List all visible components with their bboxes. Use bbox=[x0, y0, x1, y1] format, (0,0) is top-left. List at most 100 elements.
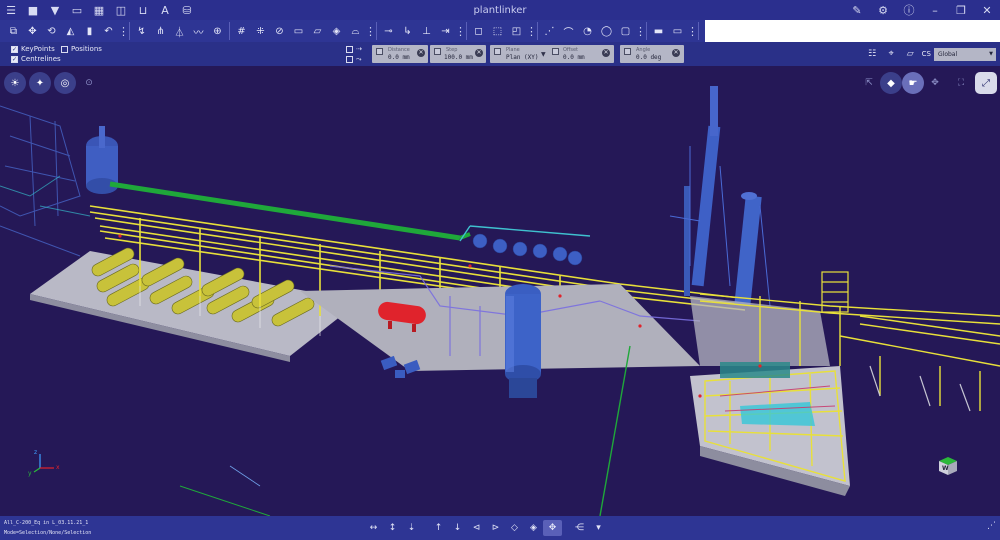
distance-control[interactable]: Distance 0.0 mm ✕ bbox=[372, 45, 428, 63]
bend-icon[interactable]: ↳ bbox=[398, 22, 417, 40]
grid-icon[interactable]: ▦ bbox=[88, 0, 110, 20]
move-icon[interactable]: ✥ bbox=[23, 22, 42, 40]
checkbox-box[interactable] bbox=[61, 45, 68, 53]
box-icon[interactable]: ◻ bbox=[469, 22, 488, 40]
more-icon[interactable]: ⋮ bbox=[118, 25, 129, 38]
copy-icon[interactable]: ⧉ bbox=[4, 22, 23, 40]
shape-icon[interactable]: ▢ bbox=[616, 22, 635, 40]
circle-arrow-icon[interactable]: ◔ bbox=[578, 22, 597, 40]
box-layer-icon[interactable]: ◰ bbox=[507, 22, 526, 40]
crosshair-icon[interactable]: ⌖ bbox=[882, 49, 901, 59]
step-checkbox[interactable] bbox=[434, 48, 441, 55]
route-icon[interactable]: ↯ bbox=[132, 22, 151, 40]
orbit-left-icon[interactable]: ⊲ bbox=[467, 520, 486, 536]
line-icon[interactable]: 〰 bbox=[189, 22, 208, 40]
list-icon[interactable]: ☷ bbox=[863, 49, 882, 59]
save-icon[interactable]: ■ bbox=[22, 0, 44, 20]
step-value[interactable]: 100.0 mm bbox=[444, 54, 473, 61]
settings-icon[interactable]: ⚙ bbox=[870, 0, 896, 20]
offset-value[interactable]: 0.0 mm bbox=[563, 54, 585, 61]
chevron-down-icon[interactable]: ▼ bbox=[989, 51, 993, 57]
chevron-down-icon[interactable]: ▼ bbox=[541, 51, 546, 58]
pan-left-icon[interactable]: ↔ bbox=[364, 520, 383, 536]
rail-alt-icon[interactable]: ▭ bbox=[668, 22, 687, 40]
clear-icon[interactable]: ✕ bbox=[672, 49, 680, 57]
folder-icon[interactable]: ▭ bbox=[66, 0, 88, 20]
share-icon[interactable]: ⋲ bbox=[570, 520, 589, 536]
connect-icon[interactable]: ⇥ bbox=[436, 22, 455, 40]
positions-checkbox[interactable]: Positions bbox=[61, 45, 102, 53]
keypoints-checkbox[interactable]: ✓ KeyPoints bbox=[11, 45, 55, 53]
step-control[interactable]: Step 100.0 mm ✕ bbox=[430, 45, 486, 63]
more-icon[interactable]: ⋮ bbox=[687, 25, 698, 38]
pipe-icon[interactable]: ⊸ bbox=[379, 22, 398, 40]
offset-checkbox[interactable] bbox=[552, 48, 559, 55]
clear-icon[interactable]: ✕ bbox=[475, 49, 483, 57]
edit-icon[interactable]: ✎ bbox=[844, 0, 870, 20]
orbit-all-icon[interactable]: ✥ bbox=[543, 520, 562, 536]
circle-icon[interactable]: ◯ bbox=[597, 22, 616, 40]
dot-icon[interactable]: ⊙ bbox=[78, 72, 100, 94]
checkbox-box[interactable]: ✓ bbox=[11, 45, 18, 53]
rect-icon[interactable]: ▭ bbox=[289, 22, 308, 40]
pan-up-icon[interactable]: ↕ bbox=[383, 520, 402, 536]
angle-control[interactable]: Angle 0.0 deg ✕ bbox=[620, 45, 684, 63]
slash-icon[interactable]: ⊘ bbox=[270, 22, 289, 40]
close-icon[interactable]: ✕ bbox=[974, 0, 1000, 20]
more-icon[interactable]: ⋮ bbox=[455, 25, 466, 38]
arrow-down-icon[interactable]: ↓ bbox=[448, 520, 467, 536]
fit-icon[interactable]: ⛶ bbox=[950, 72, 972, 94]
view-cube[interactable]: W bbox=[938, 456, 958, 476]
branch-icon[interactable]: ⋔ bbox=[151, 22, 170, 40]
pan-down-icon[interactable]: ⇣ bbox=[402, 520, 421, 536]
layers-icon[interactable]: ◫ bbox=[110, 0, 132, 20]
plane-checkbox[interactable] bbox=[494, 48, 501, 55]
more-icon[interactable]: ⋮ bbox=[365, 25, 376, 38]
arrow-up-icon[interactable]: ↑ bbox=[429, 520, 448, 536]
plane-icon[interactable]: ▱ bbox=[901, 49, 920, 59]
target-icon[interactable]: ⊕ bbox=[208, 22, 227, 40]
centrelines-checkbox[interactable]: ✓ Centrelines bbox=[11, 55, 61, 63]
curve-icon[interactable]: ⌒ bbox=[559, 22, 578, 40]
resize-grip-icon[interactable]: ⋰ bbox=[987, 521, 996, 531]
cursor-icon[interactable]: ⇱ bbox=[858, 72, 880, 94]
expand-icon[interactable]: ⤢ bbox=[975, 72, 997, 94]
dropdown-icon[interactable]: ▾ bbox=[589, 520, 608, 536]
orbit-up-icon[interactable]: ◇ bbox=[505, 520, 524, 536]
filter-icon[interactable]: ▼ bbox=[44, 0, 66, 20]
cs-select[interactable]: Global ▼ bbox=[934, 47, 996, 61]
grid-snap-icon[interactable]: # bbox=[232, 22, 251, 40]
surface-icon[interactable]: ▱ bbox=[308, 22, 327, 40]
checkbox-box[interactable] bbox=[346, 45, 353, 53]
3d-viewport[interactable]: ☀ ✦ ◎ ⊙ ⇱ ◆ ☛ ✥ ⛶ ⤢ z x y W bbox=[0, 66, 1000, 516]
light-icon[interactable]: ☀ bbox=[4, 72, 26, 94]
restore-icon[interactable]: ❐ bbox=[948, 0, 974, 20]
box-open-icon[interactable]: ⬚ bbox=[488, 22, 507, 40]
clear-icon[interactable]: ✕ bbox=[417, 49, 425, 57]
bucket-icon[interactable]: ⊔ bbox=[132, 0, 154, 20]
more-icon[interactable]: ⋮ bbox=[526, 25, 537, 38]
plane-value[interactable]: Plan (XY) bbox=[506, 54, 539, 61]
checkbox-box[interactable] bbox=[346, 56, 353, 63]
delete-icon[interactable]: ▮ bbox=[80, 22, 99, 40]
more-icon[interactable]: ⋮ bbox=[635, 25, 646, 38]
minimize-icon[interactable]: – bbox=[922, 0, 948, 20]
tee-icon[interactable]: ⊥ bbox=[417, 22, 436, 40]
crosshair-icon[interactable]: ◆ bbox=[880, 72, 902, 94]
arc-icon[interactable]: ⌓ bbox=[346, 22, 365, 40]
menu-icon[interactable]: ☰ bbox=[0, 0, 22, 20]
eye-off-icon[interactable]: ◎ bbox=[54, 72, 76, 94]
hand-icon[interactable]: ✥ bbox=[924, 72, 946, 94]
distance-value[interactable]: 0.0 mm bbox=[388, 54, 410, 61]
orbit-down-icon[interactable]: ◈ bbox=[524, 520, 543, 536]
rotate-icon[interactable]: ⟲ bbox=[42, 22, 61, 40]
mirror-icon[interactable]: ◭ bbox=[61, 22, 80, 40]
node-icon[interactable]: ⁜ bbox=[251, 22, 270, 40]
info-icon[interactable]: ⓘ bbox=[896, 0, 922, 20]
distance-checkbox[interactable] bbox=[376, 48, 383, 55]
orbit-right-icon[interactable]: ⊳ bbox=[486, 520, 505, 536]
angle-checkbox[interactable] bbox=[624, 48, 631, 55]
plane-control[interactable]: Plane Plan (XY) ▼ Offset 0.0 mm ✕ bbox=[490, 45, 614, 63]
snap-option-a[interactable]: ⇢ bbox=[346, 45, 362, 53]
checkbox-box[interactable]: ✓ bbox=[11, 55, 18, 63]
